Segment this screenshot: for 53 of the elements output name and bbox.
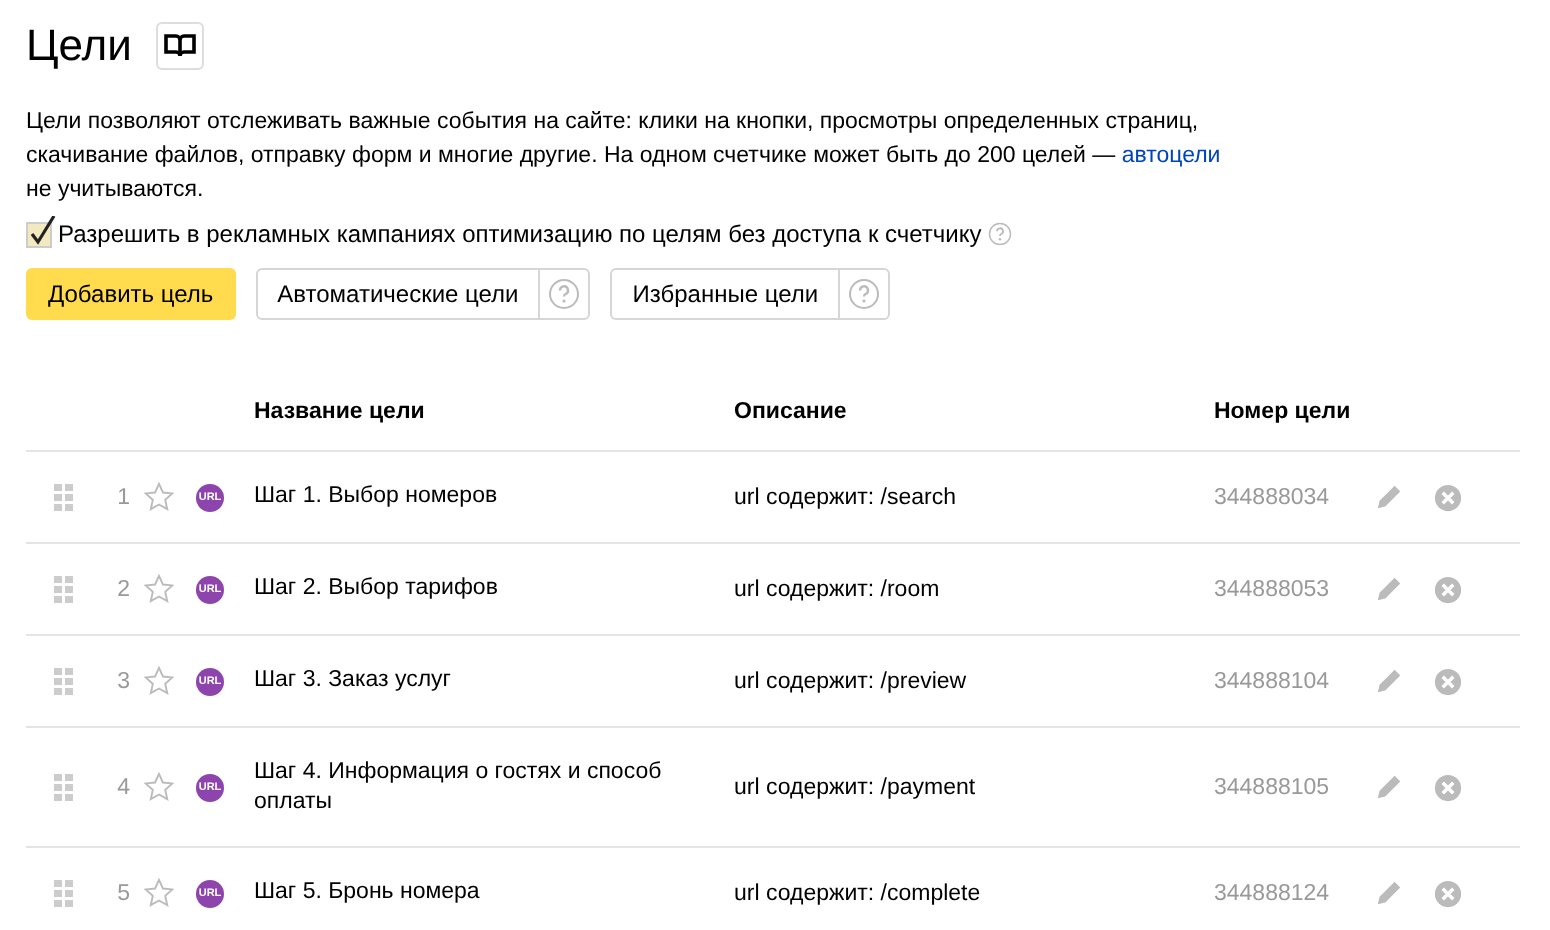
goal-name[interactable]: Шаг 5. Бронь номера (254, 878, 674, 908)
goal-number: 344888124 (1214, 881, 1330, 905)
goal-number: 344888034 (1214, 485, 1330, 509)
edit-icon[interactable] (1374, 574, 1404, 604)
drag-handle-icon[interactable] (54, 773, 74, 801)
row-number: 1 (117, 485, 130, 509)
row-number: 2 (117, 577, 130, 601)
goal-name[interactable]: Шаг 1. Выбор номеров (254, 482, 674, 512)
row-number: 5 (117, 881, 130, 905)
book-icon[interactable] (155, 22, 204, 70)
checkbox[interactable] (26, 221, 52, 247)
help-icon[interactable] (848, 278, 881, 310)
drag-handle-icon[interactable] (54, 575, 74, 603)
goal-name[interactable]: Шаг 2. Выбор тарифов (254, 574, 674, 604)
row-number: 3 (117, 669, 130, 693)
help-icon[interactable] (548, 278, 581, 310)
edit-icon[interactable] (1374, 482, 1404, 512)
edit-icon[interactable] (1374, 772, 1404, 802)
delete-icon[interactable] (1434, 483, 1462, 511)
goal-number: 344888104 (1214, 669, 1330, 693)
star-icon[interactable] (144, 574, 174, 604)
column-header: Описание (734, 400, 847, 424)
goal-description: url содержит: /preview (734, 669, 967, 693)
goal-name[interactable]: Шаг 3. Заказ услуг (254, 666, 674, 696)
add-goal-button[interactable]: Добавить цель (26, 268, 236, 320)
autogoals-link[interactable]: автоцели (1121, 144, 1221, 168)
edit-icon[interactable] (1374, 878, 1404, 908)
delete-icon[interactable] (1434, 879, 1462, 907)
goal-description: url содержит: /complete (734, 881, 981, 905)
help-icon[interactable] (987, 222, 1012, 246)
edit-icon[interactable] (1374, 666, 1404, 696)
star-icon[interactable] (144, 666, 174, 696)
delete-icon[interactable] (1434, 773, 1462, 801)
goal-description: url содержит: /room (734, 577, 940, 601)
row-number: 4 (117, 775, 130, 799)
intro-text: Цели позволяют отслеживать важные события на сайте: клики на кнопки, просмотры определенных страниц, скачивание файлов, отправку форм и многие другие. На одном счетчике может быть до 200 целей — автоцели не учитываются. (26, 108, 1223, 206)
drag-handle-icon[interactable] (54, 483, 74, 511)
drag-handle-icon[interactable] (54, 879, 74, 907)
goal-description: url содержит: /search (734, 485, 956, 509)
delete-icon[interactable] (1434, 667, 1462, 695)
goal-name[interactable]: Шаг 4. Информация о гостях и способ оплаты (254, 757, 674, 817)
star-icon[interactable] (144, 482, 174, 512)
page-title: Цели (26, 20, 132, 72)
star-icon[interactable] (144, 772, 174, 802)
column-header: Номер цели (1214, 400, 1351, 424)
delete-icon[interactable] (1434, 575, 1462, 603)
goal-description: url содержит: /payment (734, 775, 976, 799)
goal-number: 344888105 (1214, 775, 1330, 799)
goal-number: 344888053 (1214, 577, 1330, 601)
drag-handle-icon[interactable] (54, 667, 74, 695)
star-icon[interactable] (144, 878, 174, 908)
column-header: Название цели (254, 400, 425, 424)
option-label: Разрешить в рекламных кампаниях оптимизацию по целям без доступа к счетчику (58, 220, 982, 248)
